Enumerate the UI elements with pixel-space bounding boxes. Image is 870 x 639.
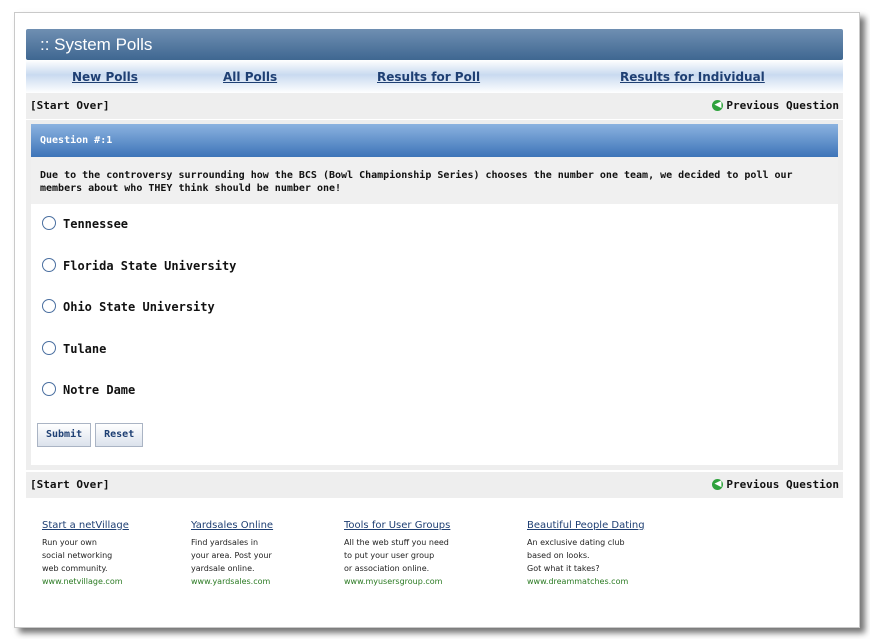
option-row: Ohio State University [42, 298, 838, 340]
ad-desc: All the web stuff you need [344, 537, 449, 547]
option-radio-florida-state[interactable] [42, 257, 56, 272]
nav-new-polls-link[interactable]: New Polls [72, 70, 138, 84]
form-buttons: Submit Reset [31, 422, 838, 465]
ad-block: Beautiful People Dating An exclusive dat… [527, 520, 645, 588]
ad-desc: An exclusive dating club [527, 537, 625, 547]
ad-block: Tools for User Groups All the web stuff … [344, 520, 450, 588]
option-row: Notre Dame [42, 381, 838, 423]
sponsor-ads: Start a netVillage Run your own social n… [26, 520, 843, 610]
previous-arrow-icon: ◀ [712, 478, 724, 490]
option-radio-tennessee[interactable] [42, 216, 56, 230]
option-row: Florida State University [42, 257, 838, 299]
ad-title-link[interactable]: Beautiful People Dating [527, 520, 645, 531]
option-radio-ohio-state[interactable] [42, 299, 56, 313]
question-panel: Question #:1 Due to the controversy surr… [26, 120, 843, 470]
ad-block: Yardsales Online Find yardsales in your … [191, 520, 273, 588]
ad-url: www.dreammatches.com [527, 576, 629, 586]
ad-title-link[interactable]: Tools for User Groups [344, 520, 450, 531]
ad-desc: to put your user group [344, 550, 435, 560]
polls-container: :: System Polls New Polls All Polls Resu… [26, 29, 843, 610]
question-header: Question #:1 [31, 124, 838, 157]
nav-bar: New Polls All Polls Results for Poll Res… [26, 60, 843, 93]
nav-results-for-poll-link[interactable]: Results for Poll [377, 70, 480, 84]
previous-question-link-top[interactable]: ◀ Previous Question [712, 99, 839, 112]
page-title: :: System Polls [26, 29, 843, 60]
top-control-bar: [Start Over] ◀ Previous Question [26, 93, 843, 119]
previous-question-label: Previous Question [726, 99, 839, 112]
ad-block: Start a netVillage Run your own social n… [42, 520, 129, 588]
option-label: Ohio State University [63, 300, 215, 314]
option-label: Florida State University [63, 258, 237, 273]
option-label: Tulane [63, 341, 107, 356]
ad-desc: your area. Post your [191, 550, 272, 560]
bottom-control-bar: [Start Over] ◀ Previous Question [26, 471, 843, 498]
ad-url: www.myusersgroup.com [344, 576, 443, 586]
option-radio-notre-dame[interactable] [42, 382, 56, 396]
option-row: Tennessee [42, 215, 838, 257]
ad-desc: yardsale online. [191, 563, 255, 573]
ad-desc: based on looks. [527, 550, 590, 560]
previous-arrow-icon: ◀ [712, 100, 724, 111]
ad-desc: Run your own [42, 537, 97, 547]
option-label: Tennessee [63, 217, 129, 231]
ad-desc: web community. [42, 563, 108, 573]
ad-desc: or association online. [344, 563, 430, 573]
option-radio-tulane[interactable] [42, 340, 56, 355]
previous-question-link-bottom[interactable]: ◀ Previous Question [712, 478, 839, 491]
question-text: Due to the controversy surrounding how t… [31, 157, 838, 204]
ad-desc: social networking [42, 550, 113, 560]
previous-question-label: Previous Question [726, 477, 839, 491]
ad-url: www.netvillage.com [42, 576, 123, 586]
start-over-link-bottom[interactable]: [Start Over] [30, 478, 109, 491]
option-row: Tulane [42, 340, 838, 382]
ad-desc: Find yardsales in [191, 537, 259, 547]
answer-options: Tennessee Florida State University Ohio … [31, 204, 838, 423]
ad-title-link[interactable]: Start a netVillage [42, 520, 129, 531]
window-frame: :: System Polls New Polls All Polls Resu… [14, 12, 860, 628]
ad-desc: Got what it takes? [527, 563, 600, 573]
option-label: Notre Dame [63, 383, 136, 397]
reset-button[interactable]: Reset [95, 422, 144, 447]
submit-button[interactable]: Submit [37, 422, 92, 447]
ad-title-link[interactable]: Yardsales Online [191, 520, 273, 531]
start-over-link-top[interactable]: [Start Over] [30, 99, 109, 112]
nav-results-for-individual-link[interactable]: Results for Individual [620, 70, 765, 84]
ad-url: www.yardsales.com [191, 576, 271, 586]
nav-all-polls-link[interactable]: All Polls [223, 70, 277, 84]
